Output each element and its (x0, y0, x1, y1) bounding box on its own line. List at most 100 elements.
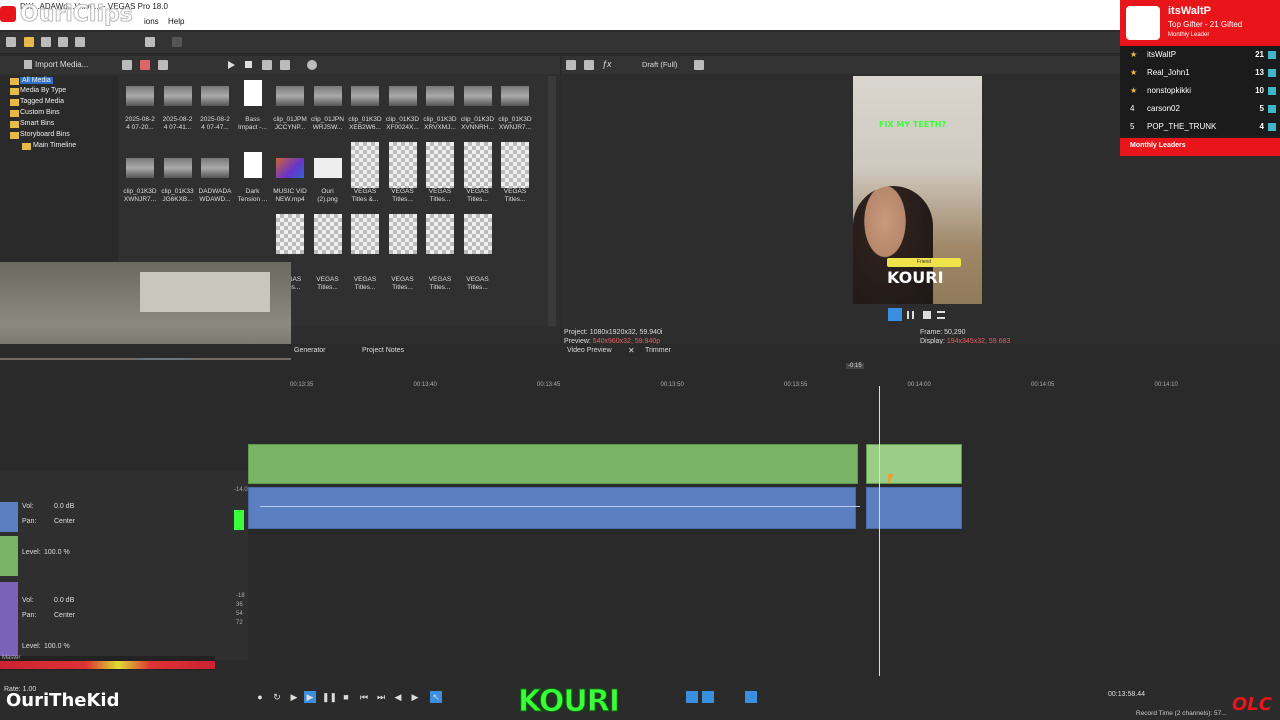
top-gifter-subtitle: Top Gifter - 21 Gifted (1168, 20, 1243, 29)
preview-quality-select[interactable]: Draft (Full) (642, 60, 677, 69)
search-icon[interactable] (307, 60, 317, 70)
stop-button[interactable]: ■ (340, 691, 352, 703)
media-thumbnail[interactable] (243, 152, 262, 178)
tree-storyboard-bins[interactable]: Storyboard Bins (20, 131, 70, 138)
track5-vol-value[interactable]: 0.0 dB (54, 597, 74, 604)
tab-project-notes[interactable]: Project Notes (362, 347, 404, 354)
preview-pause-button[interactable] (907, 311, 914, 319)
media-thumbnail[interactable] (426, 142, 454, 188)
media-thumbnail[interactable] (243, 80, 262, 106)
bin-icon[interactable] (122, 60, 132, 70)
video-event-last[interactable] (866, 444, 962, 484)
media-label: VEGASTitles... (391, 276, 414, 291)
views-icon[interactable] (280, 60, 290, 70)
prev-frame-button[interactable]: ◀ (392, 691, 404, 703)
edit-tool-icon[interactable]: ↖ (430, 691, 442, 703)
media-thumbnail[interactable] (351, 214, 379, 254)
media-fx-icon[interactable] (158, 60, 168, 70)
record-button[interactable]: ● (254, 691, 266, 703)
media-thumbnail[interactable] (463, 86, 492, 106)
autopreview-icon[interactable] (262, 60, 272, 70)
media-thumbnail[interactable] (163, 158, 192, 178)
video-track-lane[interactable] (248, 444, 858, 484)
tree-smart-bins[interactable]: Smart Bins (20, 120, 54, 127)
media-thumbnail[interactable] (463, 214, 492, 254)
import-media-button[interactable]: Import Media... (35, 60, 88, 69)
loop-button[interactable]: ↻ (271, 691, 283, 703)
media-scrollbar[interactable] (548, 76, 556, 326)
media-thumbnail[interactable] (276, 86, 304, 106)
overlays-icon[interactable] (694, 60, 704, 70)
track3-pan-value[interactable]: Center (54, 518, 75, 525)
media-thumbnail[interactable] (276, 158, 304, 178)
new-icon[interactable] (6, 37, 16, 47)
fx-icon[interactable]: ƒx (602, 59, 612, 69)
copy-snapshot-icon[interactable] (584, 60, 594, 70)
ripple-icon[interactable] (702, 691, 714, 703)
media-thumbnail[interactable] (426, 214, 454, 254)
media-thumbnail[interactable] (126, 158, 154, 178)
leaderboard-name: carson02 (1147, 104, 1180, 113)
track5-level-value[interactable]: 100.0 % (44, 643, 70, 650)
media-thumbnail[interactable] (388, 142, 417, 188)
media-thumbnail[interactable] (351, 86, 379, 106)
save-icon[interactable] (41, 37, 51, 47)
tree-main-timeline[interactable]: Main Timeline (33, 142, 76, 149)
next-frame-button[interactable]: ▶ (409, 691, 421, 703)
close-tab-icon[interactable]: ✕ (628, 346, 635, 355)
preview-stop-button[interactable] (923, 311, 931, 319)
tab-trimmer[interactable]: Trimmer (645, 347, 671, 354)
menu-help[interactable]: Help (168, 14, 184, 30)
media-thumbnail[interactable] (501, 142, 529, 188)
preview-menu-icon[interactable] (937, 311, 945, 319)
tree-all-media[interactable]: All Media (20, 77, 53, 84)
tree-custom-bins[interactable]: Custom Bins (20, 109, 60, 116)
media-thumbnail[interactable] (276, 214, 304, 254)
stop-icon[interactable] (245, 61, 252, 68)
open-icon[interactable] (24, 37, 34, 47)
media-thumbnail[interactable] (501, 86, 529, 106)
go-end-button[interactable]: ⏭ (375, 691, 387, 703)
track4-level-value[interactable]: 100.0 % (44, 549, 70, 556)
play-icon[interactable] (228, 61, 235, 69)
media-thumbnail[interactable] (463, 142, 492, 188)
media-thumbnail[interactable] (426, 86, 454, 106)
track5-pan-value[interactable]: Center (54, 612, 75, 619)
audio-track-lane[interactable] (248, 487, 856, 529)
media-thumbnail[interactable] (163, 86, 192, 106)
play-from-start-button[interactable]: ▶ (288, 691, 300, 703)
pause-button[interactable]: ❚❚ (322, 691, 337, 703)
preview-settings-icon[interactable] (566, 60, 576, 70)
audio-event-last[interactable] (866, 487, 962, 529)
media-thumbnail[interactable] (388, 214, 417, 254)
playhead-cursor[interactable] (879, 386, 880, 676)
track3-vol-value[interactable]: 0.0 dB (54, 503, 74, 510)
media-thumbnail[interactable] (201, 158, 229, 178)
time-ruler[interactable]: 00:13:35 00:13:40 00:13:45 00:13:50 00:13:55… (290, 380, 1266, 394)
render-icon[interactable] (58, 37, 68, 47)
media-thumbnail[interactable] (351, 142, 379, 188)
redo-icon[interactable] (172, 37, 182, 47)
tab-generator[interactable]: Generator (294, 347, 326, 354)
auto-crossfade-icon[interactable] (745, 691, 757, 703)
track5-number (0, 582, 18, 660)
snapping-icon[interactable] (686, 691, 698, 703)
tree-tagged-media[interactable]: Tagged Media (20, 98, 64, 105)
tab-video-preview[interactable]: Video Preview (567, 347, 612, 354)
tree-media-by-type[interactable]: Media By Type (20, 87, 66, 94)
media-thumbnail[interactable] (313, 158, 342, 178)
media-thumbnail[interactable] (201, 86, 229, 106)
remove-icon[interactable] (140, 60, 150, 70)
go-start-button[interactable]: ⏮ (358, 691, 370, 703)
preview-play-button[interactable] (888, 308, 902, 321)
settings-icon[interactable] (75, 37, 85, 47)
media-thumbnail[interactable] (313, 214, 342, 254)
media-thumbnail[interactable] (388, 86, 417, 106)
media-thumbnail[interactable] (313, 86, 342, 106)
import-media-icon[interactable] (24, 60, 32, 69)
media-label-line2: XF0024X... (386, 124, 419, 131)
leaderboard-name: itsWaltP (1147, 50, 1177, 59)
undo-icon[interactable] (145, 37, 155, 47)
media-thumbnail[interactable] (126, 86, 154, 106)
play-button[interactable]: ▶ (304, 691, 316, 703)
